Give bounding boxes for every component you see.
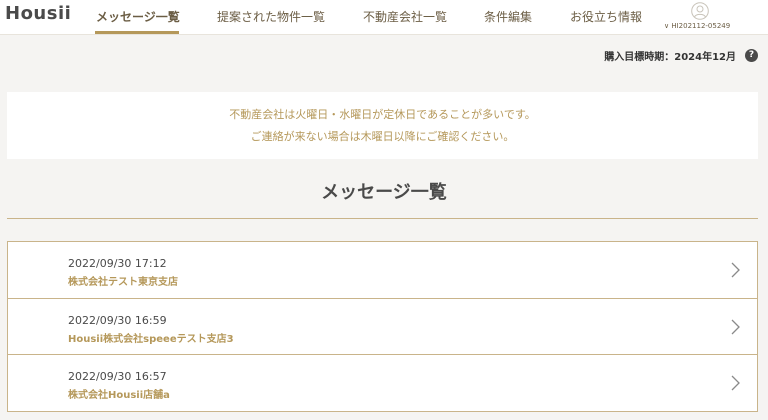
notice-line-1: 不動産会社は火曜日・水曜日が定休日であることが多いです。 xyxy=(229,108,536,121)
page-title: メッセージ一覧 xyxy=(321,182,447,203)
message-company: 株式会社Housii店舗a xyxy=(68,390,170,401)
message-row[interactable]: 2022/09/30 17:12 株式会社テスト東京支店 xyxy=(7,241,758,299)
purchase-target-text: 購入目標時期：2024年12月 xyxy=(604,52,736,63)
nav-tab-proposed-properties[interactable]: 提案された物件一覧 xyxy=(217,8,325,25)
message-row[interactable]: 2022/09/30 16:59 Housii株式会社speeeテスト支店3 xyxy=(7,297,758,355)
nav-tab-messages[interactable]: メッセージ一覧 xyxy=(96,8,180,25)
message-list: 2022/09/30 17:12 株式会社テスト東京支店 2022/09/30 … xyxy=(7,241,758,412)
chevron-right-icon xyxy=(731,375,740,391)
logo[interactable]: Housii xyxy=(5,3,71,24)
notice-banner: 不動産会社は火曜日・水曜日が定休日であることが多いです。 ご連絡が来ない場合は木… xyxy=(7,92,758,159)
active-tab-indicator xyxy=(95,31,179,34)
nav-tab-edit-conditions[interactable]: 条件編集 xyxy=(484,8,532,25)
message-company: 株式会社テスト東京支店 xyxy=(68,277,178,288)
top-header: Housii メッセージ一覧 提案された物件一覧 不動産会社一覧 条件編集 お役… xyxy=(0,0,768,35)
user-id: ∨ HI202112-05249 xyxy=(664,22,731,30)
title-divider xyxy=(7,218,758,219)
message-row[interactable]: 2022/09/30 16:57 株式会社Housii店舗a xyxy=(7,354,758,412)
message-date: 2022/09/30 16:59 xyxy=(68,313,167,327)
message-date: 2022/09/30 16:57 xyxy=(68,370,167,383)
user-icon xyxy=(691,2,709,20)
message-date: 2022/09/30 17:12 xyxy=(68,257,167,270)
chevron-right-icon xyxy=(731,319,740,334)
user-menu[interactable]: ∨ HI202112-05249 xyxy=(664,0,764,35)
help-icon[interactable]: ? xyxy=(745,49,758,62)
chevron-right-icon xyxy=(731,262,740,278)
nav-tab-useful-info[interactable]: お役立ち情報 xyxy=(570,8,642,25)
notice-line-2: ご連絡が来ない場合は木曜日以降にご確認ください。 xyxy=(250,130,515,143)
message-company: Housii株式会社speeeテスト支店3 xyxy=(68,333,234,345)
nav-tab-real-estate-companies[interactable]: 不動産会社一覧 xyxy=(363,8,447,25)
purchase-target-period: 購入目標時期：2024年12月 ? xyxy=(604,48,758,63)
